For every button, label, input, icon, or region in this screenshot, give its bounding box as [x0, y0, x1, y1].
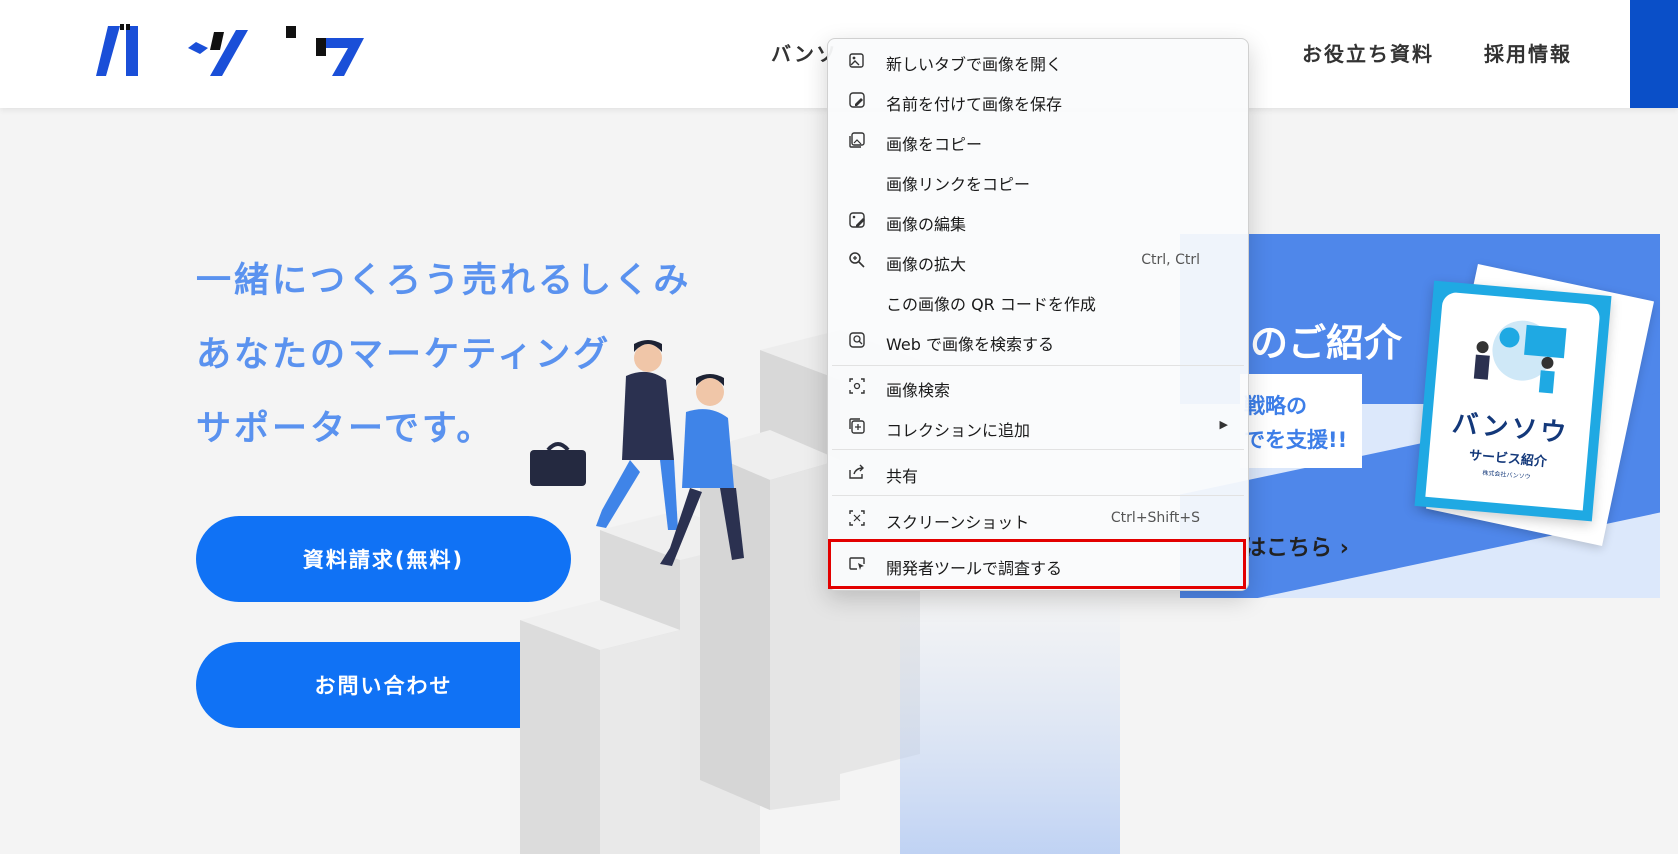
menu-item-create-qr-code[interactable]: この画像の QR コードを作成: [832, 281, 1244, 319]
businessman-back: [530, 340, 678, 530]
screenshot-shortcut: Ctrl+Shift+S: [1110, 510, 1200, 526]
banner-line-2: でを支援!!: [1244, 428, 1348, 452]
inspect-icon: [849, 557, 865, 570]
save-image-icon: [849, 92, 865, 108]
menu-separator: [832, 365, 1244, 366]
menu-item-save-image-as[interactable]: 名前を付けて画像を保存: [832, 81, 1244, 119]
nav-item-resources[interactable]: お役立ち資料: [1302, 38, 1434, 67]
zoom-shortcut: Ctrl, Ctrl: [1141, 252, 1200, 268]
collection-add-icon: [849, 418, 865, 434]
menu-separator: [832, 449, 1244, 450]
context-menu: 新しいタブで画像を開く 名前を付けて画像を保存 画像をコピー 画像リンクをコピー…: [827, 38, 1249, 591]
brochure: バンソウ サービス紹介 株式会社バンソウ: [1414, 280, 1612, 522]
menu-item-search-web-image[interactable]: Web で画像を検索する: [832, 321, 1244, 359]
visual-search-icon: [849, 378, 865, 394]
hero-line-3: サポーターです。: [196, 409, 495, 449]
banner-link-label: はこちら: [1244, 536, 1333, 561]
menu-separator: [832, 541, 1244, 542]
menu-item-copy-image-link[interactable]: 画像リンクをコピー: [832, 161, 1244, 199]
banner-title: のご紹介: [1250, 321, 1403, 365]
menu-item-add-to-collection[interactable]: コレクションに追加 ▶: [832, 407, 1244, 445]
menu-item-zoom-image[interactable]: 画像の拡大 Ctrl, Ctrl: [832, 241, 1244, 279]
menu-item-open-image-new-tab[interactable]: 新しいタブで画像を開く: [832, 41, 1244, 79]
menu-item-screenshot[interactable]: スクリーンショット Ctrl+Shift+S: [832, 499, 1244, 537]
submenu-arrow-icon: ▶: [1219, 418, 1228, 431]
open-image-tab-icon: [849, 53, 864, 68]
zoom-icon: [849, 252, 865, 268]
web-image-search-icon: [849, 332, 865, 348]
menu-item-inspect[interactable]: 開発者ツールで調査する: [832, 545, 1244, 583]
nav-item-careers[interactable]: 採用情報: [1484, 38, 1572, 67]
menu-item-share[interactable]: 共有: [832, 453, 1244, 491]
copy-image-icon: [849, 132, 865, 148]
header-accent-bar: [1630, 0, 1678, 108]
banner-line-1: 戦略の: [1244, 394, 1307, 418]
menu-item-copy-image[interactable]: 画像をコピー: [832, 121, 1244, 159]
hero-line-1: 一緒につくろう売れるしくみ: [196, 261, 692, 301]
brochure-cover: バンソウ サービス紹介 株式会社バンソウ: [1425, 291, 1601, 511]
menu-item-visual-search[interactable]: 画像検索: [832, 367, 1244, 405]
request-materials-button[interactable]: 資料請求(無料): [196, 516, 571, 602]
screenshot-icon: [849, 510, 865, 526]
menu-separator: [832, 495, 1244, 496]
contact-button[interactable]: お問い合わせ: [196, 642, 571, 728]
site-logo[interactable]: [96, 22, 366, 80]
edit-image-icon: [849, 212, 865, 228]
share-icon: [849, 464, 864, 479]
brochure-illustration: [1473, 320, 1567, 394]
menu-item-edit-image[interactable]: 画像の編集: [832, 201, 1244, 239]
banner-link[interactable]: はこちら ›: [1244, 530, 1349, 562]
chevron-right-icon: ›: [1339, 536, 1349, 561]
